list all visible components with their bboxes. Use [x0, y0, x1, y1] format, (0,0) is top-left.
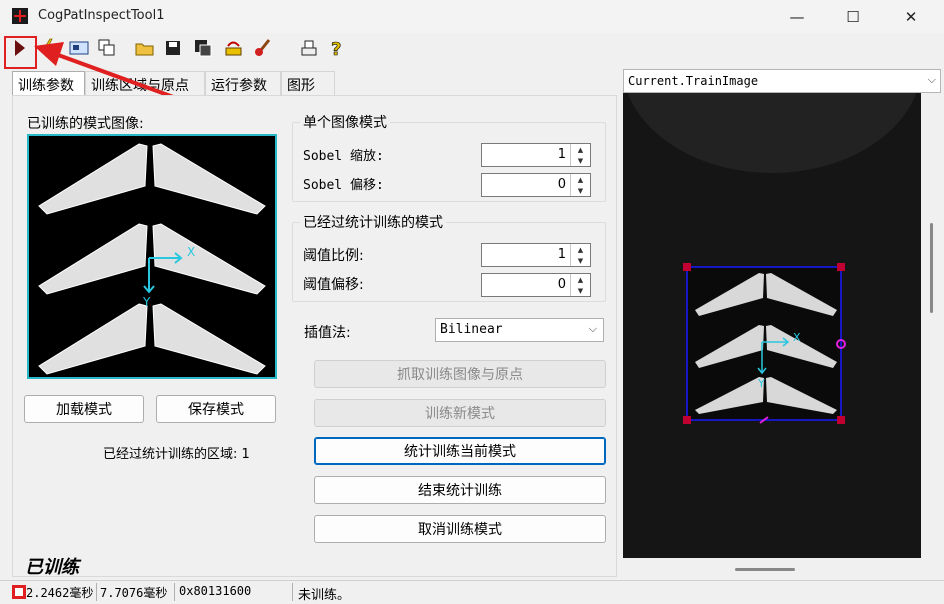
status-time-1: 2.2462毫秒: [26, 586, 94, 600]
print-icon[interactable]: [298, 37, 320, 59]
horizontal-scrollbar[interactable]: [623, 558, 921, 578]
status-separator: [292, 583, 293, 601]
interpolation-select[interactable]: Bilinear ⌵: [435, 318, 604, 342]
svg-text:?: ?: [331, 39, 341, 58]
load-pattern-button[interactable]: 加载模式: [24, 395, 144, 423]
trained-pattern-image: X Y: [27, 134, 277, 379]
train-new-pattern-button[interactable]: 训练新模式: [314, 399, 606, 427]
cancel-train-button[interactable]: 取消训练模式: [314, 515, 606, 543]
stat-trained-mode-title: 已经过统计训练的模式: [300, 212, 446, 232]
close-button[interactable]: ✕: [888, 0, 934, 33]
status-code: 0x80131600: [179, 584, 252, 598]
sobel-offset-value: 0: [557, 177, 566, 192]
spin-up-icon[interactable]: ▲: [571, 144, 590, 155]
threshold-offset-input[interactable]: 0 ▲ ▼: [481, 273, 591, 297]
threshold-scale-input[interactable]: 1 ▲ ▼: [481, 243, 591, 267]
spin-up-icon[interactable]: ▲: [571, 174, 590, 185]
chevron-down-icon: ⌵: [588, 322, 597, 335]
window-title: CogPatInspectTool1: [38, 8, 165, 23]
train-image-display[interactable]: X Y: [623, 93, 921, 558]
help-icon[interactable]: ?: [326, 37, 348, 59]
threshold-offset-label: 阈值偏移:: [303, 277, 364, 293]
title-bar: CogPatInspectTool1 — ☐ ✕: [0, 0, 944, 33]
status-time-2: 7.7076毫秒: [100, 586, 168, 600]
threshold-scale-value: 1: [557, 247, 566, 262]
sobel-offset-input[interactable]: 0 ▲ ▼: [481, 173, 591, 197]
status-separator: [174, 583, 175, 601]
spin-down-icon[interactable]: ▼: [571, 185, 590, 196]
maximize-button[interactable]: ☐: [830, 0, 876, 33]
grab-train-image-button[interactable]: 抓取训练图像与原点: [314, 360, 606, 388]
status-bar: 2.2462毫秒 7.7076毫秒 0x80131600 未训练。: [0, 580, 944, 604]
sobel-offset-label: Sobel 偏移:: [303, 178, 384, 193]
spin-up-icon[interactable]: ▲: [571, 244, 590, 255]
trained-image-label: 已训练的模式图像:: [27, 116, 144, 132]
sobel-scale-label: Sobel 缩放:: [303, 149, 384, 164]
end-stat-train-button[interactable]: 结束统计训练: [314, 476, 606, 504]
view-axis-y-label: Y: [757, 377, 765, 390]
threshold-scale-label: 阈值比例:: [303, 248, 364, 264]
pattern-axis-x-label: X: [187, 245, 195, 259]
vertical-scrollbar[interactable]: [921, 93, 941, 558]
spin-down-icon[interactable]: ▼: [571, 155, 590, 166]
app-icon: [12, 8, 28, 24]
sobel-scale-value: 1: [557, 147, 566, 162]
status-separator: [96, 583, 97, 601]
sobel-scale-input[interactable]: 1 ▲ ▼: [481, 143, 591, 167]
interpolation-label: 插值法:: [304, 325, 351, 341]
pattern-axis-y-label: Y: [142, 295, 151, 309]
tab-graphics[interactable]: 图形: [281, 71, 335, 95]
spin-down-icon[interactable]: ▼: [571, 285, 590, 296]
threshold-offset-value: 0: [557, 277, 566, 292]
minimize-button[interactable]: —: [774, 0, 820, 33]
vertical-scroll-thumb[interactable]: [930, 223, 933, 313]
single-image-mode-title: 单个图像模式: [300, 112, 390, 132]
spin-up-icon[interactable]: ▲: [571, 274, 590, 285]
view-axis-x-label: X: [793, 331, 801, 344]
save-pattern-button[interactable]: 保存模式: [156, 395, 276, 423]
interpolation-value: Bilinear: [440, 322, 503, 337]
stat-train-current-button[interactable]: 统计训练当前模式: [314, 437, 606, 465]
status-error-icon: [12, 585, 26, 599]
horizontal-scroll-thumb[interactable]: [735, 568, 795, 571]
status-message: 未训练。: [298, 588, 351, 603]
stat-regions-label: 已经过统计训练的区域: 1: [103, 447, 250, 462]
spin-down-icon[interactable]: ▼: [571, 255, 590, 266]
image-source-value: Current.TrainImage: [628, 74, 759, 88]
image-source-select[interactable]: Current.TrainImage ⌵: [623, 69, 941, 93]
brush-icon[interactable]: [252, 37, 274, 59]
trained-status-label: 已训练: [25, 557, 79, 578]
chevron-down-icon: ⌵: [927, 73, 936, 86]
